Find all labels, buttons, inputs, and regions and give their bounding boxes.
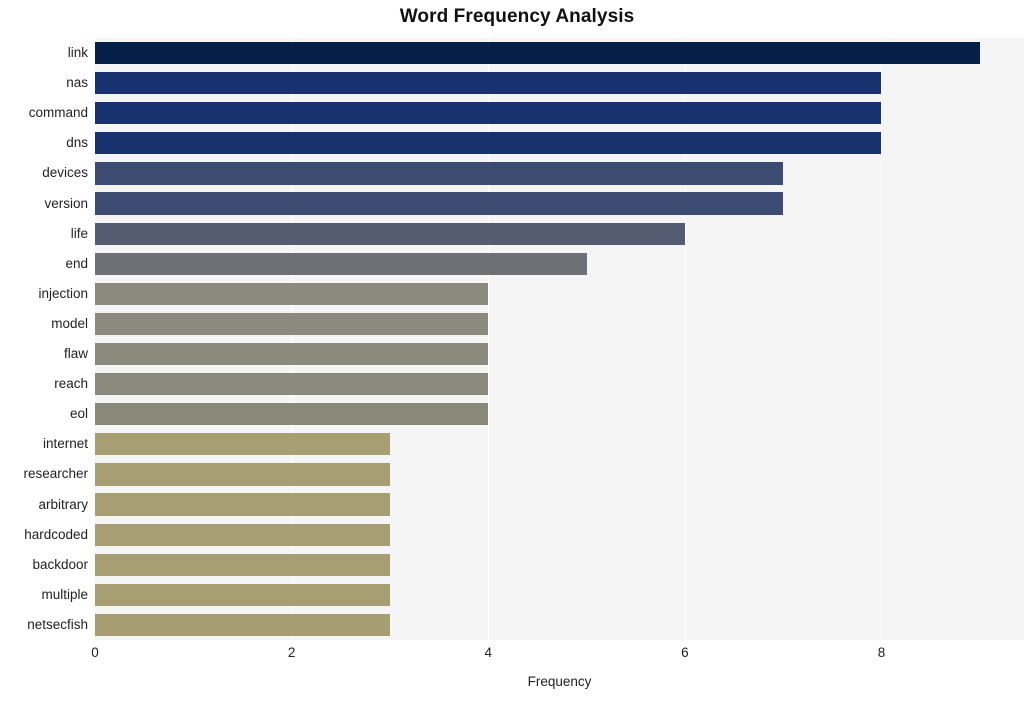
y-tick-label-arbitrary: arbitrary (38, 496, 88, 512)
y-tick-label-dns: dns (66, 135, 88, 151)
y-tick-label-version: version (44, 195, 88, 211)
x-tick-label-8: 8 (877, 645, 886, 660)
y-tick-label-command: command (28, 105, 88, 121)
y-tick-label-backdoor: backdoor (32, 556, 88, 572)
word-frequency-chart: Word Frequency Analysis link nas command dn… (0, 0, 1034, 701)
x-tick-label-6: 6 (681, 645, 689, 660)
y-tick-label-injection: injection (38, 285, 88, 301)
y-tick-label-link: link (67, 45, 88, 61)
y-tick-label-devices: devices (42, 165, 88, 181)
y-tick-label-life: life (70, 225, 88, 241)
y-tick-label-hardcoded: hardcoded (24, 526, 88, 542)
y-tick-label-eol: eol (69, 406, 88, 422)
y-tick-label-end: end (65, 255, 88, 271)
x-tick-label-2: 2 (287, 645, 296, 660)
x-tick-label-4: 4 (484, 645, 492, 660)
y-tick-label-internet: internet (42, 436, 88, 452)
y-tick-label-flaw: flaw (63, 346, 88, 362)
y-tick-label-researcher: researcher (23, 466, 88, 482)
y-tick-label-multiple: multiple (41, 586, 88, 602)
y-tick-label-model: model (51, 315, 88, 331)
y-tick-label-netsecfish: netsecfish (27, 616, 88, 632)
x-tick-label-0: 0 (91, 645, 99, 660)
y-axis-tick-labels: link nas command dns devices version life end in… (0, 38, 1034, 640)
page-title: Word Frequency Analysis (399, 6, 635, 27)
y-tick-label-nas: nas (66, 75, 88, 91)
x-axis-title: Frequency (527, 674, 592, 689)
y-tick-label-reach: reach (54, 376, 88, 392)
x-axis-tick-labels: 0 2 4 6 8 (0, 645, 1034, 667)
